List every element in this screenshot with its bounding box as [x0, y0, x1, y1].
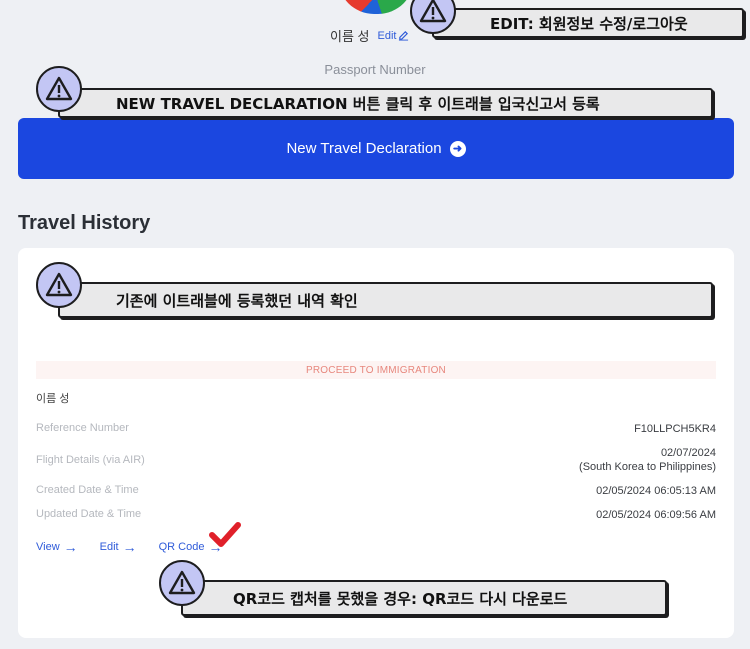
- annotation-new-travel: NEW TRAVEL DECLARATION 버튼 클릭 후 이트래블 입국신고…: [58, 88, 713, 118]
- reference-number-label: Reference Number: [36, 422, 129, 434]
- view-link[interactable]: View →: [36, 539, 78, 555]
- arrow-right-icon: ➜: [449, 140, 466, 157]
- new-travel-declaration-label: New Travel Declaration: [286, 140, 442, 157]
- view-label: View: [36, 541, 60, 553]
- created-date-label: Created Date & Time: [36, 484, 139, 496]
- reference-number-row: Reference Number F10LLPCH5KR4: [36, 422, 716, 436]
- profile-row: 이름 성 Edit: [330, 26, 409, 45]
- annotation-history-text: 기존에 이트래블에 등록했던 내역 확인: [116, 291, 358, 310]
- warning-icon: [36, 66, 82, 112]
- qr-code-label: QR Code: [158, 541, 205, 553]
- profile-edit-link[interactable]: Edit: [378, 30, 410, 42]
- warning-icon: [159, 560, 205, 606]
- travel-history-title: Travel History: [18, 212, 151, 234]
- updated-date-label: Updated Date & Time: [36, 508, 142, 520]
- edit-icon: [399, 30, 409, 41]
- annotation-edit-text: EDIT: 회원정보 수정/로그아웃: [490, 14, 688, 33]
- annotation-history: 기존에 이트래블에 등록했던 내역 확인: [58, 282, 713, 318]
- edit-label: Edit: [99, 541, 119, 553]
- updated-date-row: Updated Date & Time 02/05/2024 06:09:56 …: [36, 508, 716, 522]
- flight-details-label: Flight Details (via AIR): [36, 454, 145, 466]
- annotation-new-travel-text: NEW TRAVEL DECLARATION 버튼 클릭 후 이트래블 입국신고…: [116, 94, 600, 113]
- checkmark-icon: [209, 522, 241, 547]
- created-date-row: Created Date & Time 02/05/2024 06:05:13 …: [36, 484, 716, 498]
- annotation-qr: QR코드 캡처를 못했을 경우: QR코드 다시 다운로드: [181, 580, 667, 616]
- arrow-right-icon: →: [63, 539, 78, 555]
- annotation-qr-text: QR코드 캡처를 못했을 경우: QR코드 다시 다운로드: [233, 589, 568, 608]
- traveler-name: 이름 성: [36, 393, 70, 405]
- passport-number-label: Passport Number: [324, 62, 426, 77]
- flight-details-row: Flight Details (via AIR) 02/07/2024 (Sou…: [36, 446, 716, 474]
- new-travel-declaration-button[interactable]: New Travel Declaration ➜: [18, 118, 734, 179]
- flight-date: 02/07/2024: [660, 447, 716, 459]
- profile-edit-label: Edit: [377, 29, 397, 42]
- reference-number-value: F10LLPCH5KR4: [634, 423, 716, 435]
- profile-name: 이름 성: [330, 29, 370, 44]
- history-actions: View → Edit → QR Code →: [36, 539, 222, 555]
- annotation-edit: EDIT: 회원정보 수정/로그아웃: [432, 8, 744, 38]
- flight-route: (South Korea to Philippines): [579, 461, 716, 473]
- status-badge: PROCEED TO IMMIGRATION: [36, 361, 716, 379]
- created-date-value: 02/05/2024 06:05:13 AM: [596, 485, 716, 497]
- arrow-right-icon: →: [122, 539, 137, 555]
- flight-details-value: 02/07/2024 (South Korea to Philippines): [579, 446, 716, 474]
- avatar: [338, 0, 414, 14]
- edit-link[interactable]: Edit →: [99, 539, 137, 555]
- updated-date-value: 02/05/2024 06:09:56 AM: [596, 509, 716, 521]
- warning-icon: [36, 262, 82, 308]
